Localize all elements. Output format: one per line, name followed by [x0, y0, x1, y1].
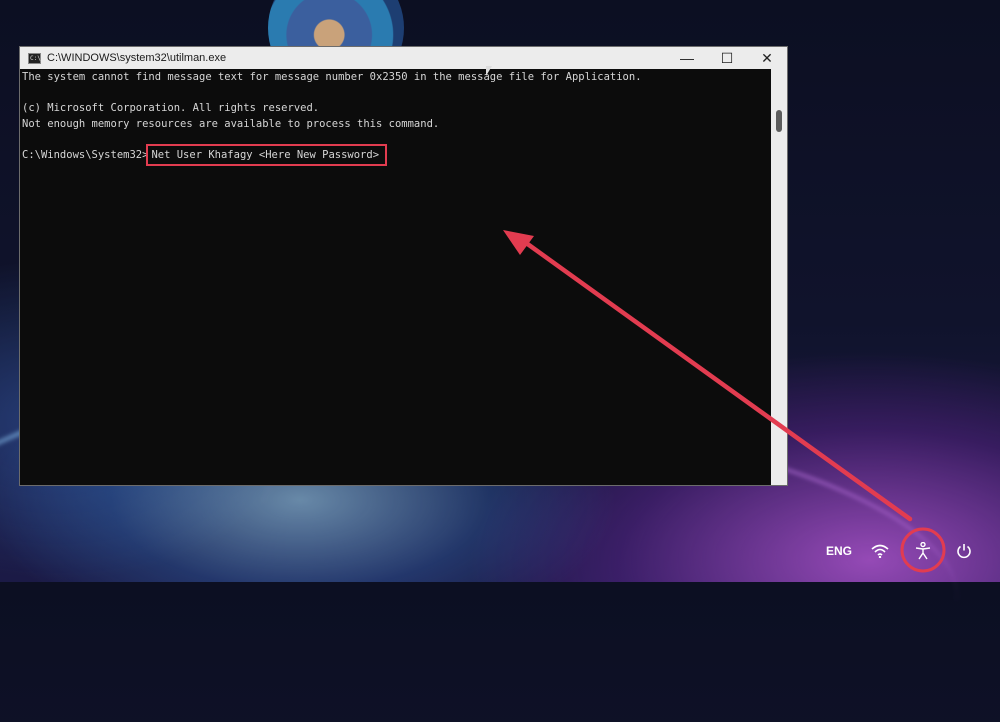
wifi-button[interactable]	[866, 536, 894, 566]
annotation-arrow-head	[503, 230, 534, 255]
power-button[interactable]	[950, 536, 978, 566]
annotation-overlay	[503, 230, 946, 573]
power-icon	[950, 537, 978, 565]
accessibility-icon	[909, 537, 937, 565]
language-indicator[interactable]: ENG	[826, 536, 852, 566]
accessibility-button[interactable]	[909, 536, 937, 566]
wifi-icon	[866, 537, 894, 565]
annotation-arrow-line	[519, 237, 913, 522]
